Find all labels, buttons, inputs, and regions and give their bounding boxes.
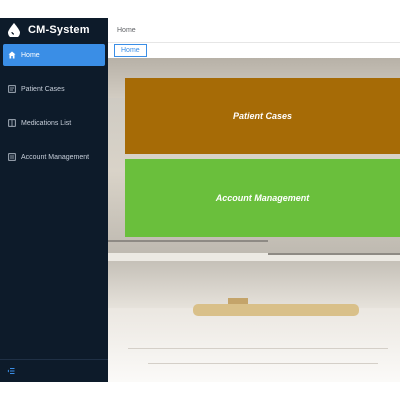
patient-cases-card[interactable]: Patient Cases [125,78,400,154]
background-counter [193,304,359,316]
account-management-card[interactable]: Account Management [125,159,400,237]
sidebar: CM-System Home Patient Cases Medications… [0,18,108,382]
sidebar-item-medications-list[interactable]: Medications List [3,112,105,134]
drop-icon [8,23,20,37]
app-name: CM-System [28,24,90,36]
card-label: Account Management [215,193,310,203]
brand[interactable]: CM-System [0,18,108,42]
breadcrumb[interactable]: Home [117,27,136,34]
document-icon [8,85,16,93]
sidebar-collapse[interactable] [0,359,108,382]
sidebar-item-label: Patient Cases [21,85,65,93]
list-icon [8,119,16,127]
sidebar-menu: Home Patient Cases Medications List Acco… [0,44,108,168]
sidebar-item-label: Account Management [21,153,90,161]
sidebar-item-patient-cases[interactable]: Patient Cases [3,78,105,100]
account-icon [8,153,16,161]
sidebar-item-account-management[interactable]: Account Management [3,146,105,168]
sidebar-item-home[interactable]: Home [3,44,105,66]
main-content: Patient Cases Account Management [108,58,400,382]
background-floor [108,308,400,382]
tab-bar: Home [108,43,400,57]
card-label: Patient Cases [232,111,293,121]
tab-home[interactable]: Home [114,44,147,57]
sidebar-item-label: Home [21,51,40,59]
home-icon [8,51,16,59]
collapse-icon [7,362,15,380]
header: Home [108,18,400,43]
sidebar-item-label: Medications List [21,119,72,127]
